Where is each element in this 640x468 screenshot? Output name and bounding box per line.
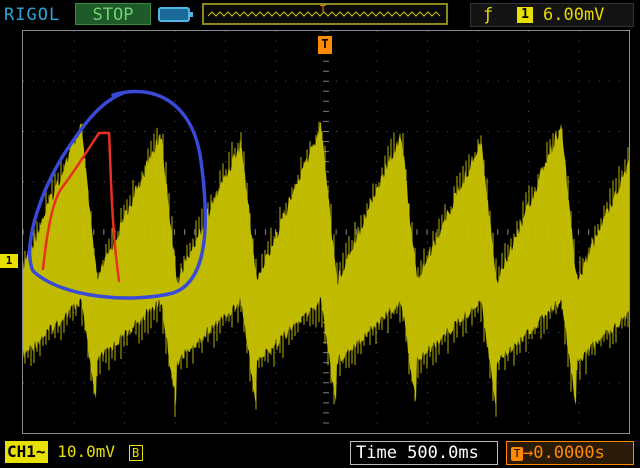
ch1-ground-marker[interactable]: 1	[0, 254, 18, 268]
top-status-bar: RIGOL STOP T ƒ 1 6.00mV	[0, 0, 640, 30]
waveform-canvas	[23, 31, 629, 424]
trigger-offset-setting[interactable]: T →0.0000s	[506, 441, 634, 465]
run-stop-status[interactable]: STOP	[75, 3, 151, 25]
battery-icon	[158, 7, 193, 22]
bottom-status-bar: CH1~ 10.0mV B Time 500.0ms T →0.0000s	[0, 438, 640, 468]
trigger-edge-icon: ƒ	[483, 5, 494, 25]
trigger-level: 6.00mV	[543, 5, 605, 25]
bandwidth-limit-icon: B	[128, 445, 143, 461]
memory-trigger-marker: T	[320, 5, 326, 15]
brand-logo: RIGOL	[4, 5, 61, 25]
timebase-setting[interactable]: Time 500.0ms	[350, 441, 498, 465]
trigger-offset-value: →0.0000s	[523, 443, 605, 463]
memory-depth-indicator: T	[202, 3, 448, 25]
ac-coupling-icon: ~	[35, 442, 46, 461]
trigger-offset-icon: T	[511, 447, 523, 461]
trigger-settings[interactable]: ƒ 1 6.00mV	[470, 3, 634, 27]
trigger-source-channel: 1	[517, 7, 533, 23]
memory-waveform-preview: T	[207, 5, 441, 17]
channel-1-settings[interactable]: CH1~ 10.0mV B	[5, 441, 143, 463]
waveform-display[interactable]	[22, 30, 630, 434]
volts-per-division: 10.0mV	[57, 442, 115, 461]
trigger-position-marker[interactable]: T	[318, 36, 332, 54]
channel-label: CH1~	[5, 441, 48, 463]
